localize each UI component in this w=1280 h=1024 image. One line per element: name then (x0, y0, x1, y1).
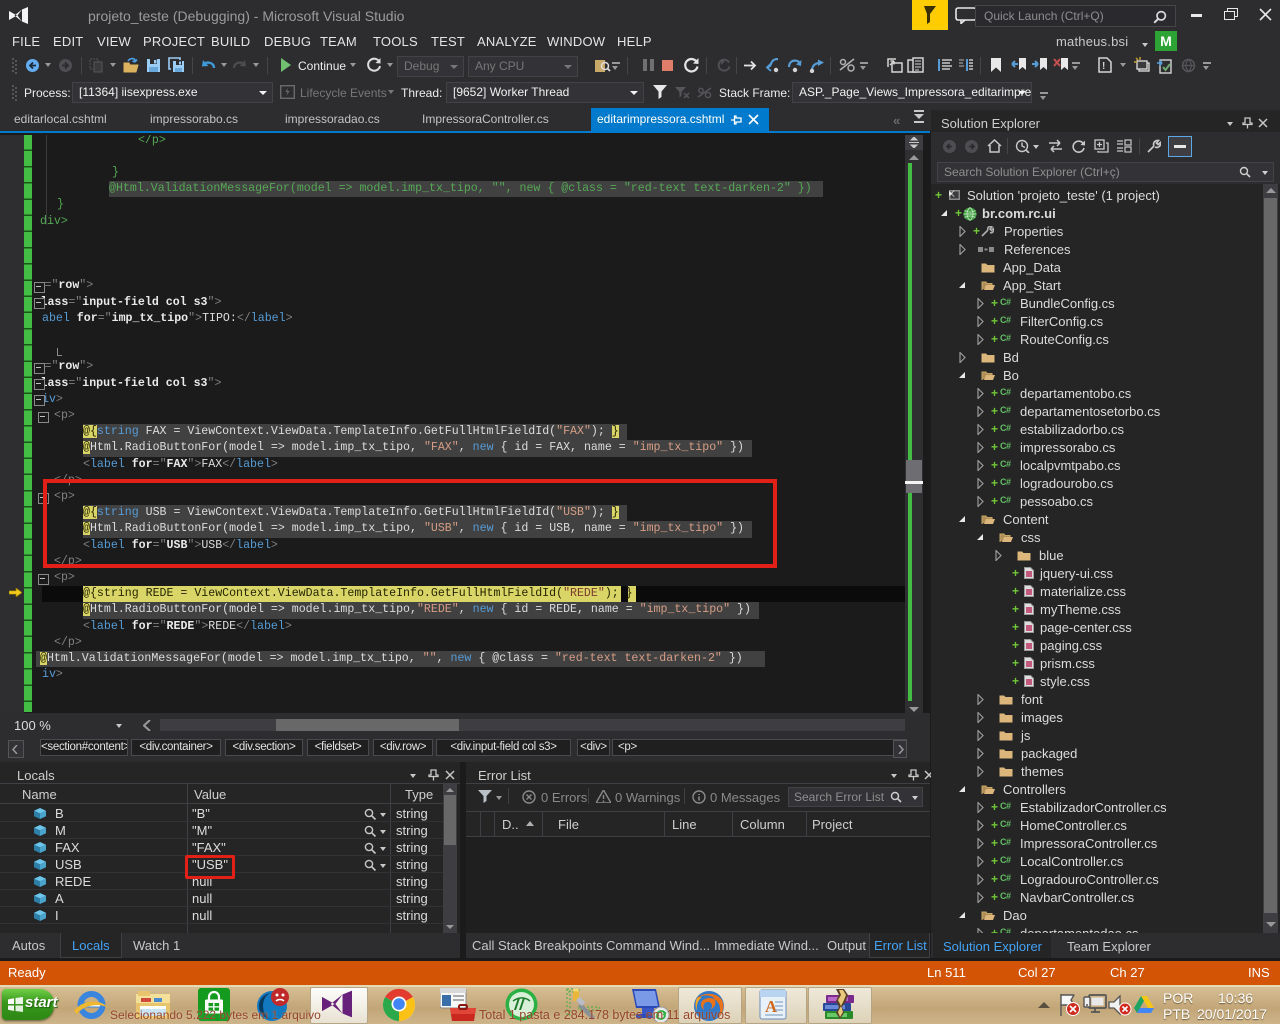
svg-text:!: ! (1102, 61, 1105, 72)
